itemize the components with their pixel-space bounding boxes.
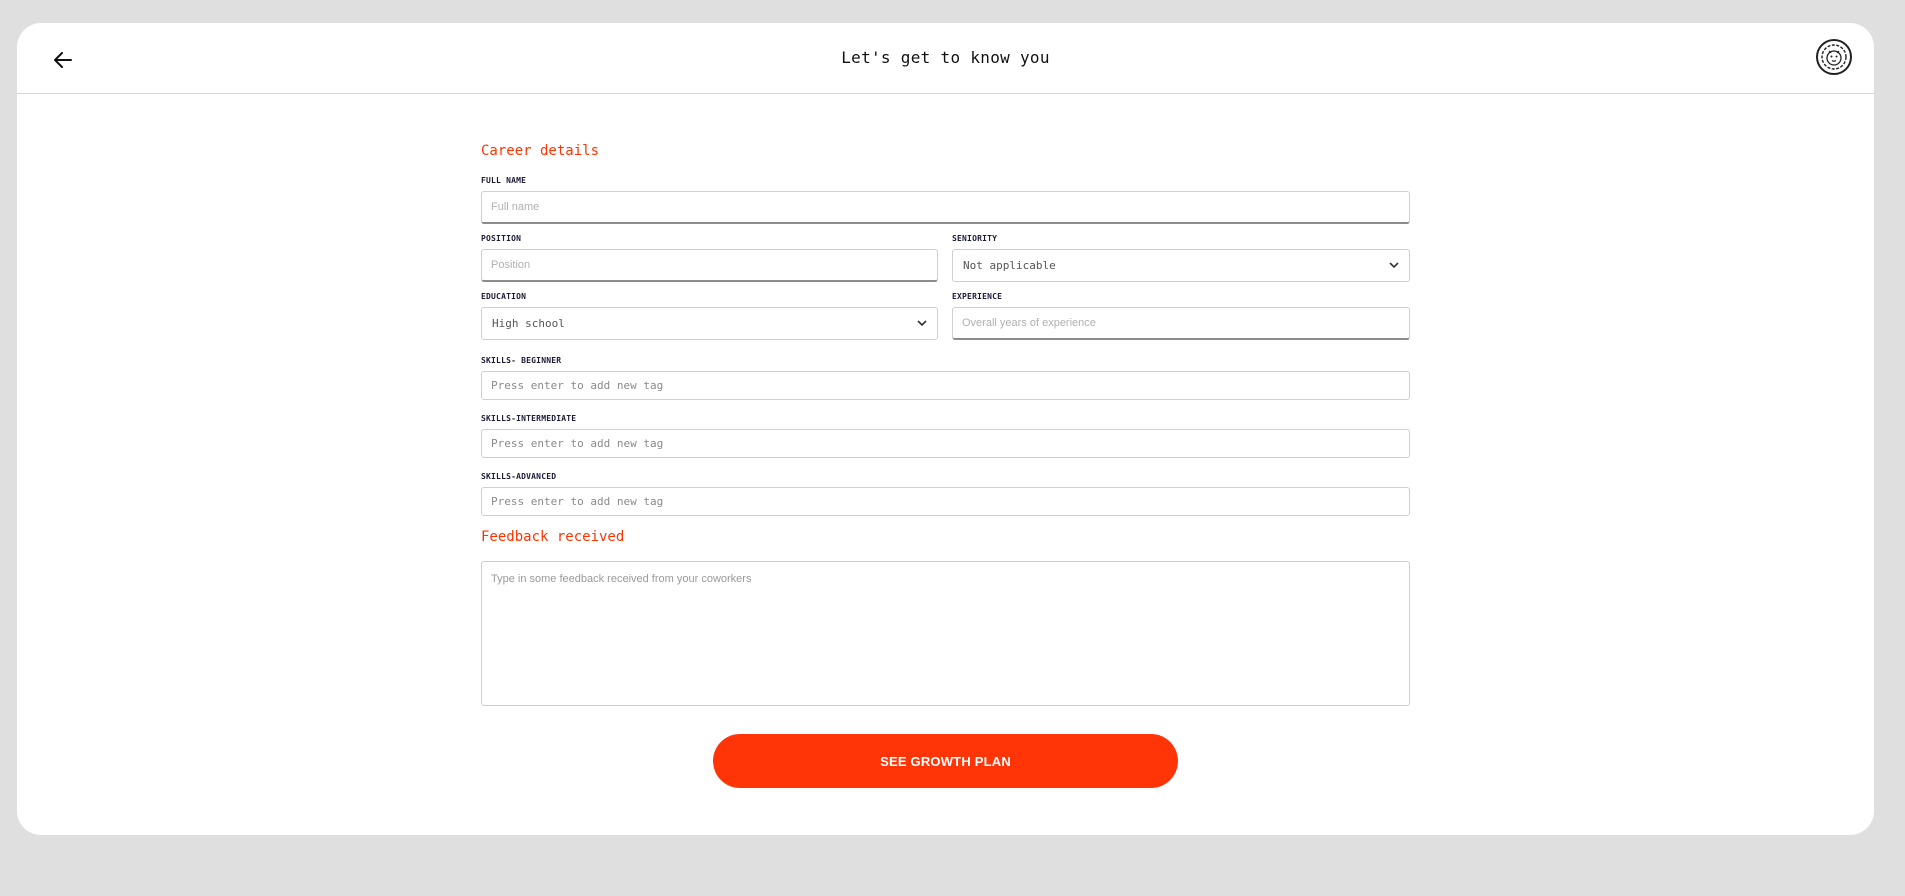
see-growth-plan-button[interactable]: SEE GROWTH PLAN [713, 734, 1178, 788]
seniority-label: SENIORITY [952, 234, 998, 243]
skills-beginner-label: SKILLS- BEGINNER [481, 356, 562, 365]
seniority-selected-value: Not applicable [963, 259, 1056, 272]
lion-logo-icon [1821, 44, 1847, 70]
position-label: POSITION [481, 234, 522, 243]
skills-beginner-input[interactable] [481, 371, 1410, 400]
chevron-down-icon [1389, 262, 1399, 269]
education-select[interactable]: High school [481, 307, 938, 340]
education-selected-value: High school [492, 317, 565, 330]
skills-intermediate-label: SKILLS-INTERMEDIATE [481, 414, 577, 423]
full-name-label: FULL NAME [481, 176, 527, 185]
career-section-title: Career details [481, 143, 600, 159]
experience-input[interactable] [952, 307, 1410, 340]
seniority-select[interactable]: Not applicable [952, 249, 1410, 282]
main-card: Let's get to know you Career details FUL… [17, 23, 1874, 835]
chevron-down-icon [917, 320, 927, 327]
header-bar: Let's get to know you [17, 23, 1874, 94]
full-name-input[interactable] [481, 191, 1410, 224]
feedback-section-title: Feedback received [481, 529, 625, 545]
avatar[interactable] [1816, 39, 1852, 75]
experience-label: EXPERIENCE [952, 292, 1003, 301]
page-title: Let's get to know you [841, 48, 1050, 67]
education-label: EDUCATION [481, 292, 527, 301]
skills-intermediate-input[interactable] [481, 429, 1410, 458]
position-input[interactable] [481, 249, 938, 282]
skills-advanced-label: SKILLS-ADVANCED [481, 472, 557, 481]
feedback-textarea[interactable] [481, 561, 1410, 706]
skills-advanced-input[interactable] [481, 487, 1410, 516]
